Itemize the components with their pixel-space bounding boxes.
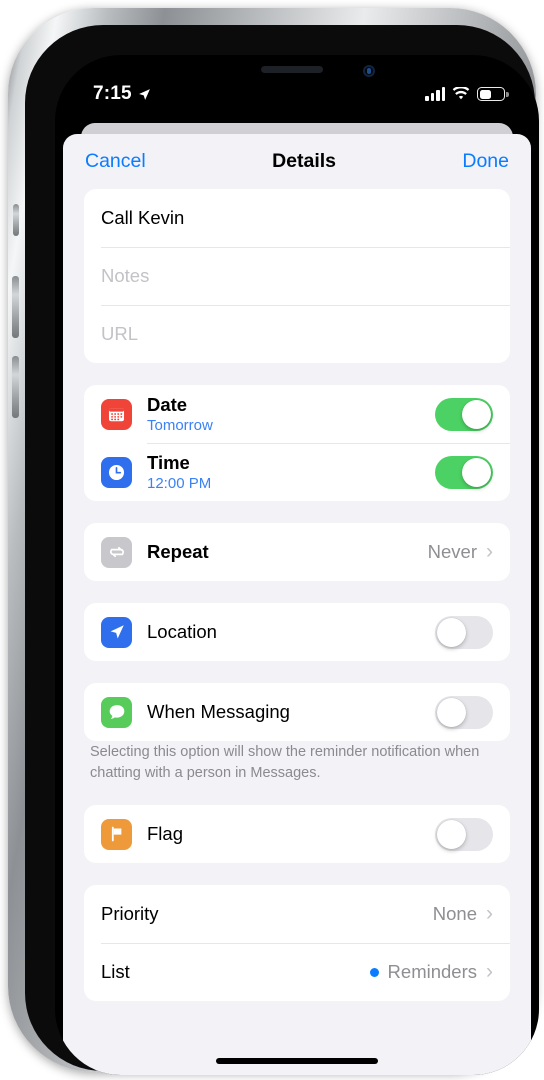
time-row[interactable]: Time 12:00 PM	[84, 443, 510, 501]
when-messaging-group: When Messaging	[84, 683, 510, 741]
priority-list-group: Priority None › List Reminders ›	[84, 885, 510, 1002]
flag-toggle-knob	[437, 819, 466, 849]
location-arrow-icon	[138, 88, 150, 100]
repeat-icon	[101, 536, 132, 568]
notes-input[interactable]: Notes	[101, 265, 493, 287]
when-messaging-toggle-knob	[437, 697, 466, 727]
list-value-wrap: Reminders	[369, 961, 477, 983]
phone-screen: 7:15 Cancel Details Done Call Kevin Note…	[55, 55, 539, 1075]
page-title: Details	[272, 150, 337, 172]
wifi-icon	[452, 87, 470, 100]
list-row[interactable]: List Reminders ›	[84, 943, 510, 1001]
device-stage: 7:15 Cancel Details Done Call Kevin Note…	[0, 0, 544, 1080]
flag-group: Flag	[84, 805, 510, 864]
url-field-row[interactable]: URL	[84, 305, 510, 363]
repeat-row[interactable]: Repeat Never ›	[84, 523, 510, 581]
when-messaging-row[interactable]: When Messaging	[84, 683, 510, 741]
repeat-label: Repeat	[147, 541, 209, 562]
message-bubble-icon	[101, 696, 132, 728]
done-button[interactable]: Done	[462, 150, 509, 173]
calendar-icon	[101, 398, 132, 430]
location-row[interactable]: Location	[84, 603, 510, 661]
time-label: Time	[147, 452, 190, 473]
location-arrow-icon	[101, 616, 132, 648]
date-value: Tomorrow	[147, 417, 213, 434]
list-value: Reminders	[387, 961, 477, 983]
home-indicator[interactable]	[216, 1058, 378, 1064]
status-bar-right	[425, 86, 509, 101]
battery-fill	[479, 89, 491, 99]
date-label: Date	[147, 394, 188, 415]
priority-row[interactable]: Priority None ›	[84, 885, 510, 943]
repeat-group: Repeat Never ›	[84, 523, 510, 581]
device-bezel: 7:15 Cancel Details Done Call Kevin Note…	[25, 25, 539, 1075]
flag-row-labels: Flag	[147, 823, 435, 845]
time-toggle[interactable]	[435, 455, 493, 489]
title-field-row[interactable]: Call Kevin	[84, 189, 510, 247]
priority-value: None	[432, 903, 477, 925]
when-messaging-label: When Messaging	[147, 701, 290, 722]
notch	[193, 55, 401, 93]
list-color-dot	[369, 967, 379, 977]
priority-label: Priority	[101, 903, 159, 925]
when-messaging-toggle[interactable]	[435, 695, 493, 729]
flag-toggle[interactable]	[435, 817, 493, 851]
time-toggle-knob	[462, 457, 491, 487]
priority-row-labels: Priority	[101, 903, 433, 925]
date-toggle[interactable]	[435, 397, 493, 431]
repeat-row-labels: Repeat	[147, 541, 428, 563]
earpiece-speaker	[261, 66, 324, 73]
volume-up-button[interactable]	[12, 276, 19, 338]
front-camera-icon	[363, 65, 375, 77]
time-row-labels: Time 12:00 PM	[147, 452, 435, 492]
time-value: 12:00 PM	[147, 475, 212, 492]
sheet-navigation-bar: Cancel Details Done	[63, 134, 531, 189]
location-label: Location	[147, 621, 217, 642]
location-row-labels: Location	[147, 621, 435, 643]
flag-icon	[101, 818, 132, 850]
status-bar-time: 7:15	[93, 83, 132, 104]
flag-label: Flag	[147, 823, 183, 845]
reminder-title-input[interactable]: Call Kevin	[101, 207, 493, 229]
battery-icon	[477, 87, 509, 101]
location-group: Location	[84, 603, 510, 661]
details-sheet: Cancel Details Done Call Kevin Notes URL…	[63, 134, 531, 1075]
chevron-right-icon: ›	[486, 959, 493, 983]
date-time-group: Date Tomorrow Time 12:00 PM	[84, 385, 510, 501]
location-toggle-knob	[437, 617, 466, 647]
notes-field-row[interactable]: Notes	[84, 247, 510, 305]
location-toggle[interactable]	[435, 615, 493, 649]
chevron-right-icon: ›	[486, 901, 493, 925]
when-messaging-row-labels: When Messaging	[147, 701, 435, 723]
flag-row[interactable]: Flag	[84, 805, 510, 863]
text-fields-group: Call Kevin Notes URL	[84, 189, 510, 363]
volume-down-button[interactable]	[12, 356, 19, 418]
date-row[interactable]: Date Tomorrow	[84, 385, 510, 443]
sheet-content: Call Kevin Notes URL Date Tomorrow Time …	[63, 189, 531, 1002]
date-row-labels: Date Tomorrow	[147, 394, 435, 434]
url-input[interactable]: URL	[101, 323, 493, 345]
when-messaging-footnote: Selecting this option will show the remi…	[90, 744, 480, 781]
silent-switch-button[interactable]	[13, 204, 19, 236]
chevron-right-icon: ›	[486, 539, 493, 563]
cellular-signal-icon	[425, 86, 445, 101]
repeat-value: Never	[427, 541, 477, 562]
status-bar-left: 7:15	[93, 83, 151, 105]
cancel-button[interactable]: Cancel	[85, 150, 146, 173]
list-label: List	[101, 961, 130, 983]
device-frame: 7:15 Cancel Details Done Call Kevin Note…	[8, 8, 539, 1075]
date-toggle-knob	[462, 399, 491, 429]
list-row-labels: List	[101, 961, 370, 983]
clock-icon	[101, 456, 132, 488]
